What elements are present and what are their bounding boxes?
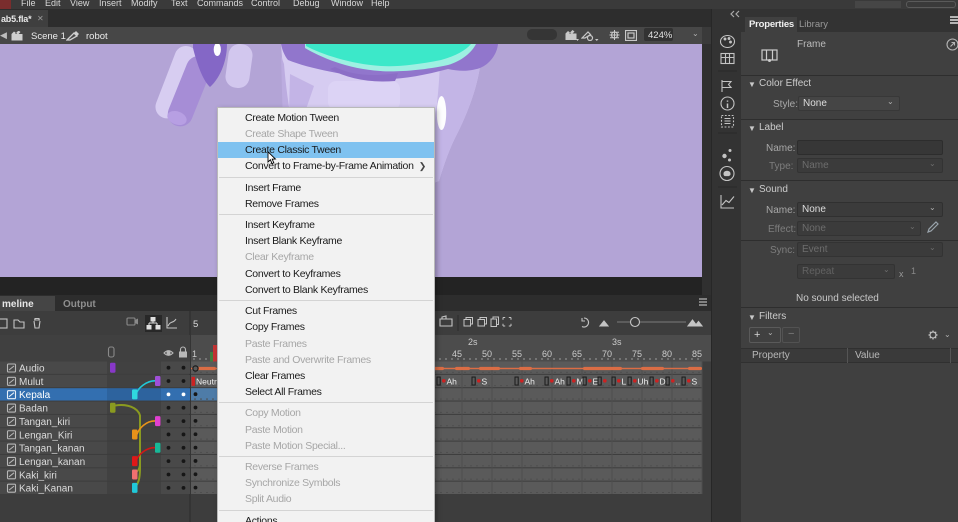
svg-text:1: 1 [192, 349, 197, 359]
svg-text:meline: meline [2, 299, 34, 310]
svg-text:S: S [692, 376, 698, 386]
svg-text:Ah: Ah [525, 376, 536, 386]
svg-text:45: 45 [452, 349, 462, 359]
svg-text:75: 75 [632, 349, 642, 359]
svg-text:L: L [622, 376, 627, 386]
svg-text:80: 80 [662, 349, 672, 359]
svg-text:Output: Output [63, 299, 96, 310]
svg-text:Kaki_kiri: Kaki_kiri [19, 470, 57, 481]
svg-text:2s: 2s [468, 337, 478, 347]
svg-text:85: 85 [692, 349, 702, 359]
svg-text:5: 5 [193, 319, 198, 330]
svg-text:Kepala: Kepala [19, 390, 51, 401]
svg-text:Lengan_kanan: Lengan_kanan [19, 457, 85, 468]
svg-text:Tangan_kiri: Tangan_kiri [19, 417, 70, 428]
svg-text:3s: 3s [612, 337, 622, 347]
svg-text:Uh: Uh [638, 376, 649, 386]
svg-text:Lengan_Kiri: Lengan_Kiri [19, 430, 72, 441]
svg-text:S: S [482, 376, 488, 386]
svg-text:Neutr: Neutr [196, 376, 217, 386]
svg-text:Ah: Ah [447, 376, 458, 386]
svg-text:55: 55 [512, 349, 522, 359]
svg-text:Tangan_kanan: Tangan_kanan [19, 444, 85, 455]
svg-text:Ah: Ah [555, 376, 566, 386]
svg-text:Mulut: Mulut [19, 377, 44, 388]
svg-text:Badan: Badan [19, 404, 48, 415]
svg-text:Audio: Audio [19, 364, 45, 375]
svg-text:70: 70 [602, 349, 612, 359]
svg-text:..: .. [676, 376, 681, 386]
svg-text:D: D [660, 376, 666, 386]
svg-text:Kaki_Kanan: Kaki_Kanan [19, 484, 73, 495]
svg-text:60: 60 [542, 349, 552, 359]
svg-text:65: 65 [572, 349, 582, 359]
svg-text:50: 50 [482, 349, 492, 359]
